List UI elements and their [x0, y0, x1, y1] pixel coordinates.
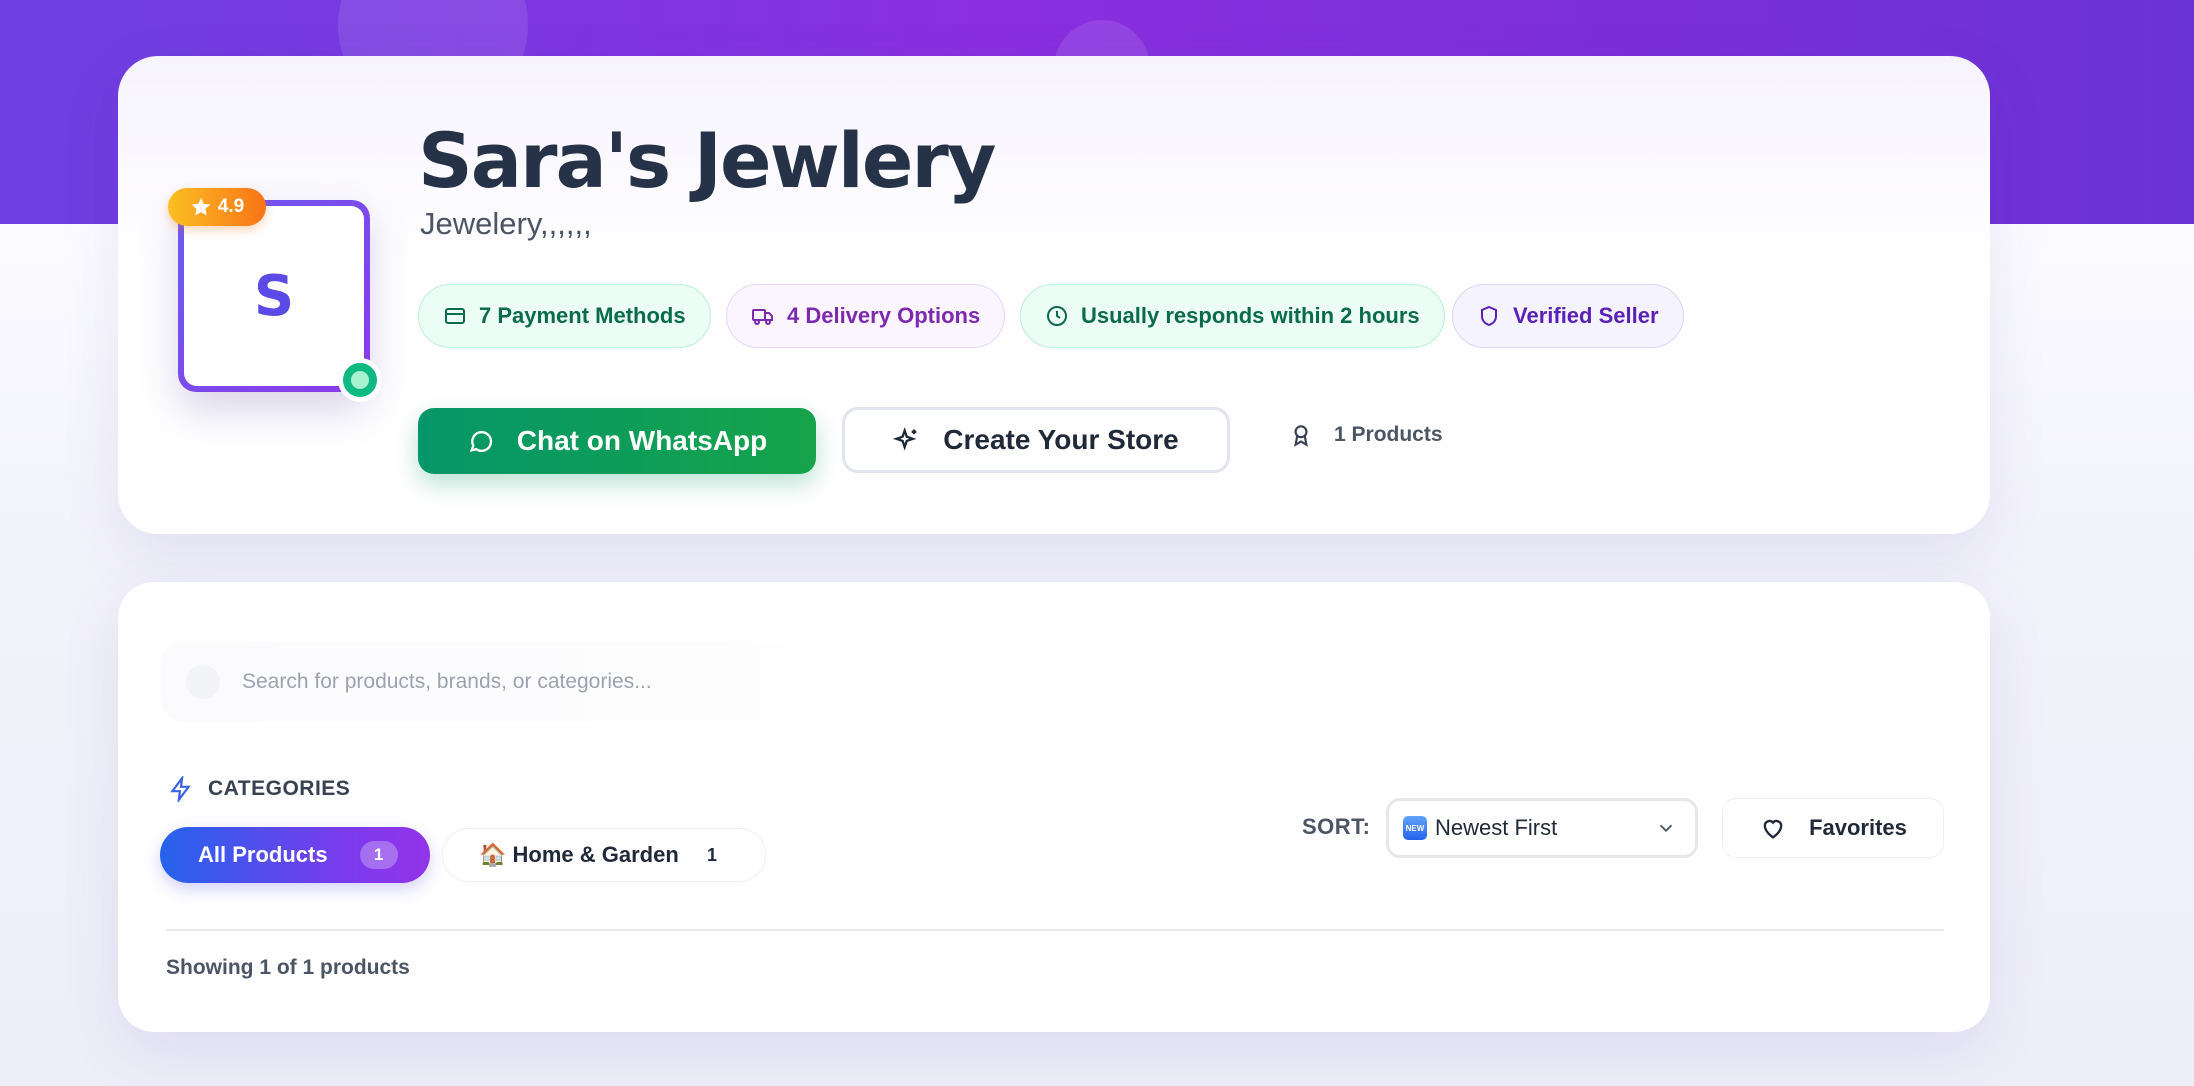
sort-selected-value: Newest First: [1435, 815, 1558, 840]
create-store-label: Create Your Store: [943, 424, 1179, 455]
lightning-icon: [170, 776, 191, 802]
rating-value: 4.9: [217, 196, 245, 217]
sparkles-icon: [893, 427, 917, 451]
chat-whatsapp-label: Chat on WhatsApp: [516, 425, 768, 456]
search-input[interactable]: [242, 670, 942, 694]
category-all-products[interactable]: All Products 1: [160, 827, 430, 883]
online-status-indicator: [338, 358, 382, 402]
clock-icon: [1047, 306, 1067, 326]
store-title: Sara's Jewlery: [418, 116, 996, 205]
payment-methods-label: 7 Payment Methods: [479, 303, 686, 328]
search-icon: [186, 665, 220, 699]
heart-icon: [1763, 819, 1783, 839]
store-logo-letter: S: [184, 206, 364, 386]
chat-bubble-icon: [469, 431, 492, 452]
shield-icon: [1481, 305, 1497, 327]
category-count-badge: 1: [359, 841, 398, 869]
store-header-card: S 4.9 Sara's Jewlery Jewelery,,,,,, 7 Pa…: [118, 56, 1990, 534]
delivery-options-label: 4 Delivery Options: [787, 303, 981, 328]
favorites-label: Favorites: [1809, 815, 1907, 840]
category-home-garden-label: 🏠 Home & Garden: [479, 842, 679, 867]
store-logo: S: [178, 200, 370, 392]
search-bar: [162, 642, 1162, 722]
sort-dropdown[interactable]: NEW Newest First: [1386, 798, 1698, 858]
products-count-label: 1 Products: [1334, 423, 1443, 446]
response-time-label: Usually responds within 2 hours: [1081, 303, 1420, 328]
verified-seller-label: Verified Seller: [1513, 303, 1659, 328]
payment-methods-badge: 7 Payment Methods: [418, 284, 711, 348]
response-time-badge: Usually responds within 2 hours: [1020, 284, 1445, 348]
store-tagline: Jewelery,,,,,,: [420, 206, 592, 241]
category-count-badge: 1: [706, 844, 717, 865]
products-count: 1 Products: [1288, 422, 1443, 448]
categories-heading: CATEGORIES: [168, 776, 350, 802]
rating-badge: 4.9: [168, 188, 266, 226]
star-icon: [191, 197, 211, 216]
sort-label: SORT:: [1302, 814, 1371, 839]
divider: [166, 929, 1944, 931]
product-filter-card: CATEGORIES All Products 1 🏠 Home & Garde…: [118, 582, 1990, 1032]
results-count-text: Showing 1 of 1 products: [166, 956, 410, 979]
chat-whatsapp-button[interactable]: Chat on WhatsApp: [418, 408, 816, 474]
chevron-down-icon: [1659, 824, 1673, 833]
create-store-button[interactable]: Create Your Store: [842, 407, 1230, 473]
new-emoji-icon: NEW: [1403, 816, 1427, 840]
truck-icon: [752, 309, 773, 325]
delivery-options-badge: 4 Delivery Options: [726, 284, 1006, 348]
award-icon: [1294, 425, 1308, 447]
categories-heading-label: CATEGORIES: [208, 777, 351, 800]
credit-card-icon: [445, 308, 465, 324]
category-all-products-label: All Products: [198, 842, 328, 867]
category-home-garden[interactable]: 🏠 Home & Garden 1: [442, 828, 766, 882]
favorites-button[interactable]: Favorites: [1722, 798, 1944, 858]
verified-seller-badge: Verified Seller: [1452, 284, 1684, 348]
